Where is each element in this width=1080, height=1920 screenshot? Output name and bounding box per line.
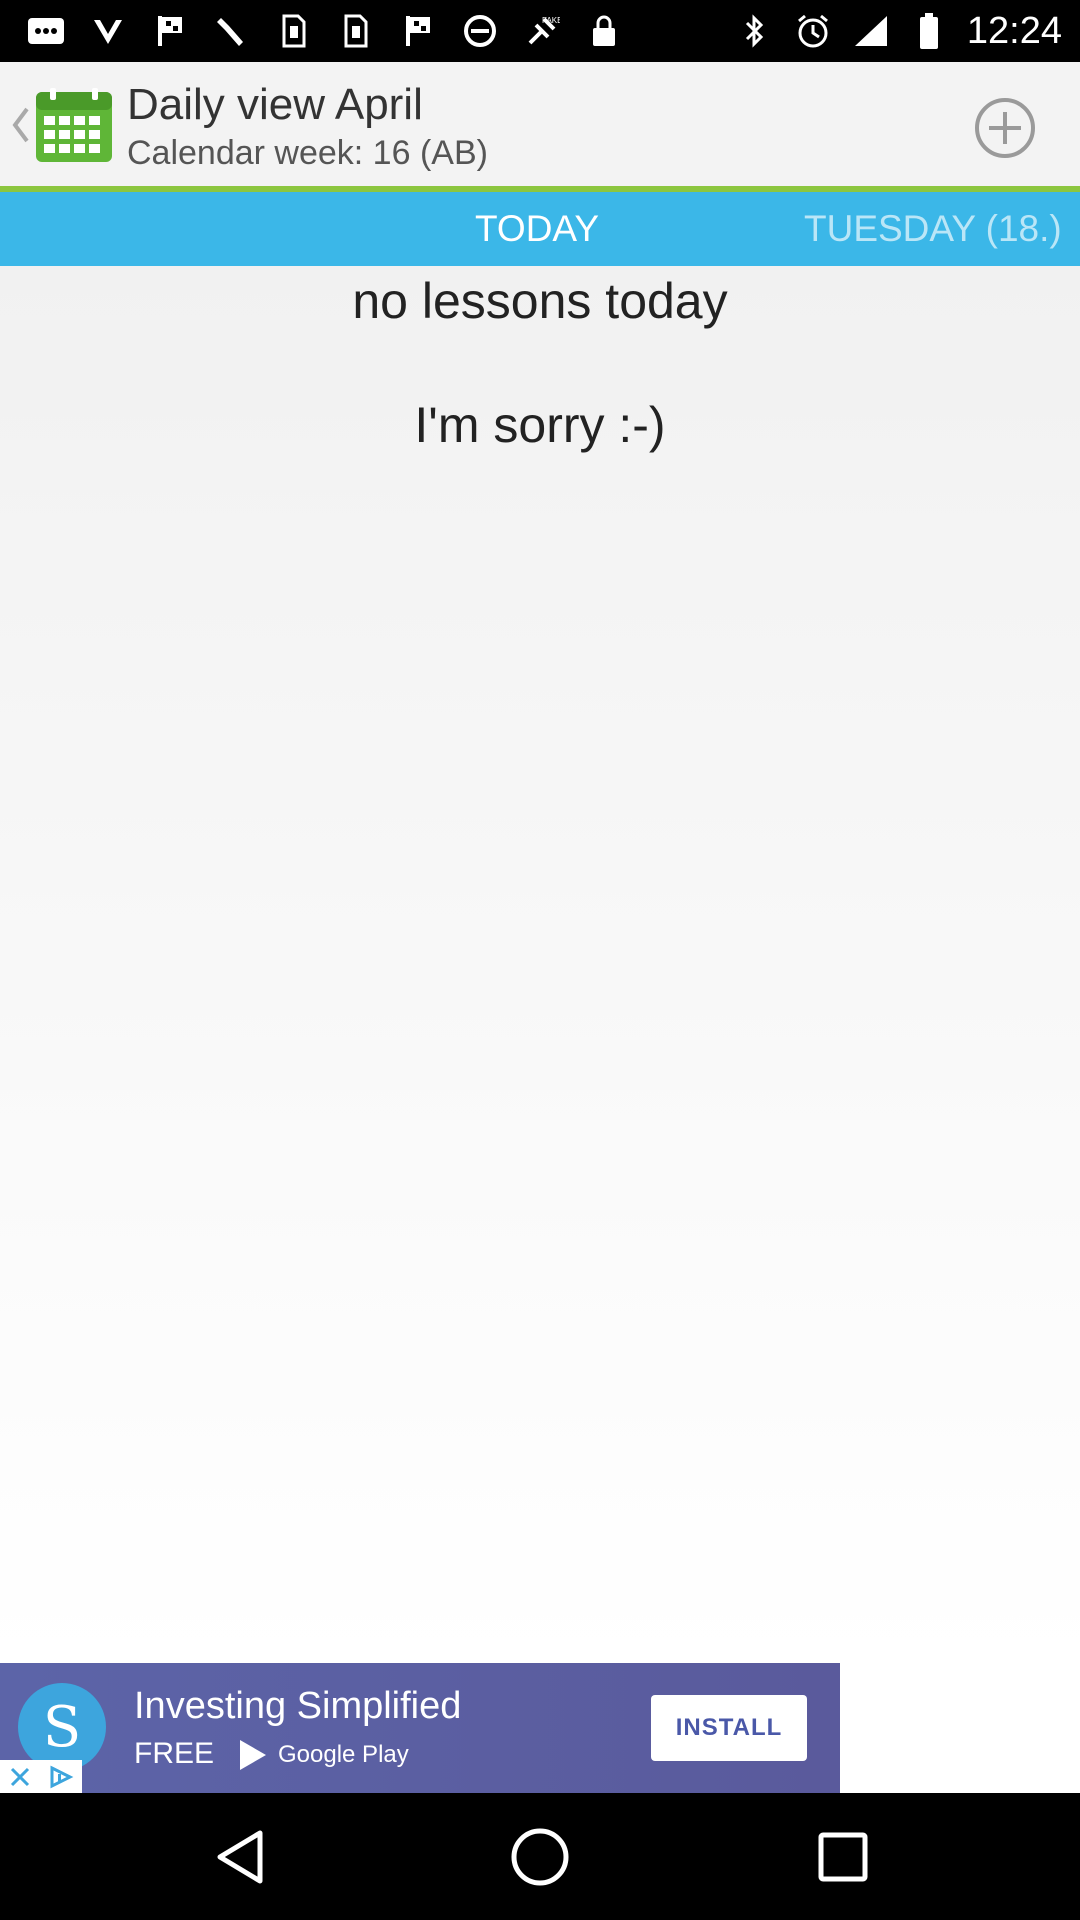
flag-icon bbox=[148, 11, 192, 51]
circle-home-icon[interactable] bbox=[500, 1817, 580, 1897]
notification-icons: FAKE bbox=[24, 10, 626, 52]
ad-free-label: FREE bbox=[134, 1737, 215, 1770]
circle-icon bbox=[458, 11, 502, 51]
clock: 12:24 bbox=[966, 9, 1062, 52]
alarm-icon bbox=[793, 11, 833, 51]
install-button[interactable]: INSTALL bbox=[651, 1695, 807, 1761]
google-play-badge: Google Play bbox=[236, 1735, 409, 1775]
ad-choices-icon[interactable] bbox=[40, 1760, 82, 1793]
empty-message-apology: I'm sorry :-) bbox=[414, 397, 666, 453]
ad-banner[interactable]: S Investing Simplified FREE Google Play … bbox=[0, 1663, 840, 1793]
bluetooth-icon bbox=[735, 11, 775, 51]
lock-icon bbox=[582, 11, 626, 51]
sim-icon bbox=[334, 11, 378, 51]
tab-bar: TODAY TUESDAY (18.) bbox=[0, 192, 1080, 266]
lesson-list bbox=[0, 266, 1080, 1663]
page-subtitle: Calendar week: 16 (AB) bbox=[127, 134, 488, 172]
plus-circle-icon bbox=[975, 98, 1035, 158]
message-icon bbox=[24, 11, 68, 51]
tab-tuesday[interactable]: TUESDAY (18.) bbox=[804, 192, 1062, 266]
ad-title: Investing Simplified bbox=[134, 1685, 462, 1727]
navigation-bar bbox=[0, 1793, 1080, 1920]
square-recents-icon[interactable] bbox=[803, 1817, 883, 1897]
flag-icon bbox=[396, 11, 440, 51]
fake-gps-icon: FAKE bbox=[520, 11, 564, 51]
sim-icon bbox=[272, 11, 316, 51]
page-title: Daily view April bbox=[127, 80, 423, 129]
check-icon bbox=[86, 11, 130, 51]
signal-icon bbox=[851, 11, 891, 51]
status-bar: FAKE 12:24 bbox=[0, 0, 1080, 62]
google-play-icon bbox=[240, 1740, 266, 1770]
calendar-icon[interactable] bbox=[34, 86, 114, 164]
tab-today[interactable]: TODAY bbox=[475, 192, 599, 266]
system-icons: 12:24 bbox=[735, 10, 1062, 52]
google-play-label: Google Play bbox=[278, 1741, 409, 1768]
svg-text:FAKE: FAKE bbox=[542, 16, 560, 25]
ad-close-icon[interactable] bbox=[0, 1760, 40, 1793]
triangle-back-icon[interactable] bbox=[200, 1817, 280, 1897]
ad-logo: S bbox=[18, 1683, 106, 1771]
wrench-icon bbox=[210, 11, 254, 51]
chevron-left-icon[interactable] bbox=[8, 100, 34, 150]
battery-icon bbox=[909, 11, 949, 51]
empty-message: no lessons today bbox=[352, 273, 728, 329]
add-button[interactable] bbox=[972, 95, 1038, 161]
